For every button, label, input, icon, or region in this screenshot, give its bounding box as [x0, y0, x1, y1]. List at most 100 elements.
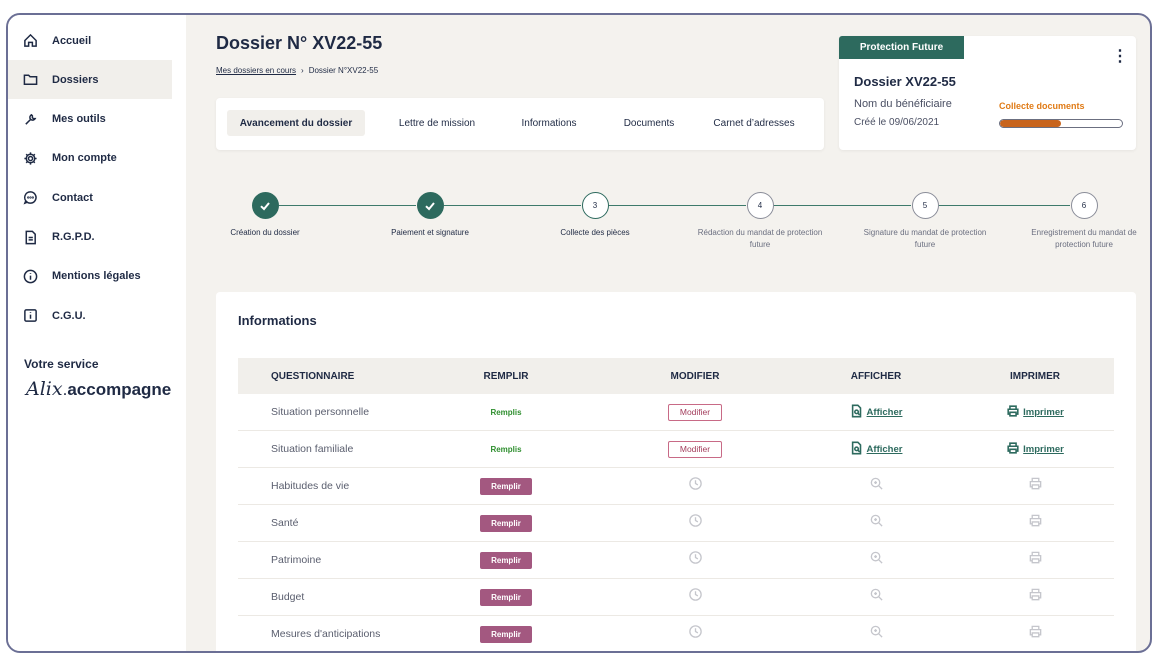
- chat-icon: [22, 190, 38, 206]
- progress-stepper: Création du dossier Paiement et signature…: [208, 190, 1148, 270]
- stepper-connector: [939, 205, 1070, 206]
- sidebar-item-label: R.G.P.D.: [52, 231, 95, 243]
- step-6-label: Enregistrement du mandat de protection f…: [1031, 228, 1137, 249]
- gear-icon: [22, 150, 38, 166]
- clock-icon: [688, 476, 703, 496]
- modify-button[interactable]: Modifier: [668, 440, 722, 458]
- sidebar: Votre service Alix.accompagne Accueil Dos…: [8, 15, 186, 651]
- breadcrumb-separator: ›: [301, 66, 304, 75]
- fill-button[interactable]: Remplir: [480, 625, 532, 643]
- breadcrumb-link[interactable]: Mes dossiers en cours: [216, 66, 296, 75]
- brand-logo[interactable]: Alix.accompagne: [26, 378, 171, 400]
- sidebar-item-label: Accueil: [52, 34, 92, 47]
- step-5-circle: 5: [911, 192, 939, 219]
- fill-button[interactable]: Remplir: [480, 514, 532, 532]
- print-cell: Imprimer: [975, 394, 1095, 430]
- fill-button[interactable]: Remplir: [480, 588, 532, 606]
- print-cell: [975, 542, 1095, 578]
- tab-1[interactable]: Avancement du dossier: [227, 110, 365, 136]
- breadcrumb: Mes dossiers en cours › Dossier N°XV22-5…: [216, 66, 378, 75]
- modify-button[interactable]: Modifier: [668, 403, 722, 421]
- magnifier-icon: [869, 624, 884, 644]
- brand-bold: accompagne: [67, 380, 172, 399]
- more-menu-icon[interactable]: ⋮: [1112, 48, 1128, 66]
- sidebar-item-contact[interactable]: Contact: [8, 178, 172, 217]
- fill-cell: Remplir: [446, 542, 566, 578]
- tab-5[interactable]: Carnet d’adresses: [699, 110, 809, 136]
- print-link[interactable]: Imprimer: [1006, 441, 1064, 458]
- dossier-progress-bar: [999, 119, 1123, 128]
- printer-icon: [1028, 587, 1043, 607]
- informations-title: Informations: [238, 313, 317, 328]
- protection-future-badge: Protection Future: [839, 36, 964, 59]
- modify-cell: [635, 579, 755, 615]
- stepper-connector: [774, 205, 911, 206]
- wrench-icon: [22, 111, 38, 127]
- modify-cell: Modifier: [635, 394, 755, 430]
- questionnaire-name: Budget: [271, 591, 305, 603]
- app-frame: Votre service Alix.accompagne Accueil Dos…: [6, 13, 1152, 653]
- fill-cell: Remplir: [446, 579, 566, 615]
- print-cell: [975, 505, 1095, 541]
- step-4-label: Rédaction du mandat de protection future: [697, 228, 823, 249]
- show-link-label: Afficher: [866, 443, 903, 455]
- step-3-label: Collecte des pièces: [560, 228, 630, 237]
- created-date: Créé le 09/06/2021: [854, 117, 940, 128]
- sidebar-item-mentions-légales[interactable]: Mentions légales: [8, 257, 172, 296]
- magnifier-icon: [869, 550, 884, 570]
- fill-cell: Remplir: [446, 616, 566, 651]
- questionnaire-name: Mesures d'anticipations: [271, 628, 381, 640]
- sidebar-item-dossiers[interactable]: Dossiers: [8, 60, 172, 100]
- table-row: Mesures d'anticipations Remplir: [238, 616, 1114, 651]
- tab-4[interactable]: Documents: [606, 110, 692, 136]
- informations-card: Informations QUESTIONNAIRE REMPLIR MODIFIE…: [216, 292, 1136, 651]
- column-header-modifier: MODIFIER: [670, 370, 720, 382]
- sidebar-item-c-g-u[interactable]: C.G.U.: [8, 296, 172, 335]
- table-row: Patrimoine Remplir: [238, 542, 1114, 579]
- page-title: Dossier N° XV22-55: [216, 33, 383, 53]
- print-link[interactable]: Imprimer: [1006, 404, 1064, 421]
- sidebar-item-r-g-p-d[interactable]: R.G.P.D.: [8, 218, 172, 257]
- show-link[interactable]: Afficher: [850, 404, 902, 421]
- magnifier-icon: [869, 587, 884, 607]
- tab-2[interactable]: Lettre de mission: [380, 110, 494, 136]
- printer-icon: [1006, 441, 1020, 458]
- step-2-label: Paiement et signature: [391, 228, 469, 237]
- sidebar-item-mes-outils[interactable]: Mes outils: [8, 100, 172, 139]
- printer-icon: [1028, 550, 1043, 570]
- fill-status-cell: Remplis: [446, 431, 566, 467]
- printer-icon: [1028, 476, 1043, 496]
- document-icon: [22, 229, 38, 245]
- document-search-icon: [850, 441, 864, 458]
- folder-icon: [22, 72, 38, 88]
- fill-status-cell: Remplis: [446, 394, 566, 430]
- fill-button[interactable]: Remplir: [480, 477, 532, 495]
- service-label: Votre service: [24, 357, 99, 371]
- fill-button[interactable]: Remplir: [480, 551, 532, 569]
- print-cell: [975, 579, 1095, 615]
- table-row: Habitudes de vie Remplir: [238, 468, 1114, 505]
- step-6-circle: 6: [1070, 192, 1098, 219]
- column-header-remplir: REMPLIR: [483, 370, 529, 382]
- clock-icon: [688, 550, 703, 570]
- printer-icon: [1006, 404, 1020, 421]
- print-cell: Imprimer: [975, 431, 1095, 467]
- questionnaire-name: Situation familiale: [271, 443, 354, 455]
- show-link[interactable]: Afficher: [850, 441, 903, 458]
- table-row: Situation personnelle Remplis Modifier Affi…: [238, 394, 1114, 431]
- step-4-circle: 4: [746, 192, 774, 219]
- step-1-circle: [251, 192, 279, 219]
- sidebar-item-label: C.G.U.: [52, 309, 86, 322]
- sidebar-item-mon-compte[interactable]: Mon compte: [8, 139, 172, 178]
- home-icon: [22, 33, 38, 49]
- printer-icon: [1028, 513, 1043, 533]
- sidebar-item-accueil[interactable]: Accueil: [8, 21, 172, 60]
- show-cell: [816, 542, 936, 578]
- step-2-circle: [416, 192, 444, 219]
- table-row: Situation familiale Remplis Modifier Affich…: [238, 431, 1114, 468]
- info-circle-icon: [22, 268, 38, 284]
- tab-3[interactable]: Informations: [504, 110, 594, 136]
- check-icon: [425, 201, 435, 210]
- modify-cell: [635, 505, 755, 541]
- magnifier-icon: [869, 513, 884, 533]
